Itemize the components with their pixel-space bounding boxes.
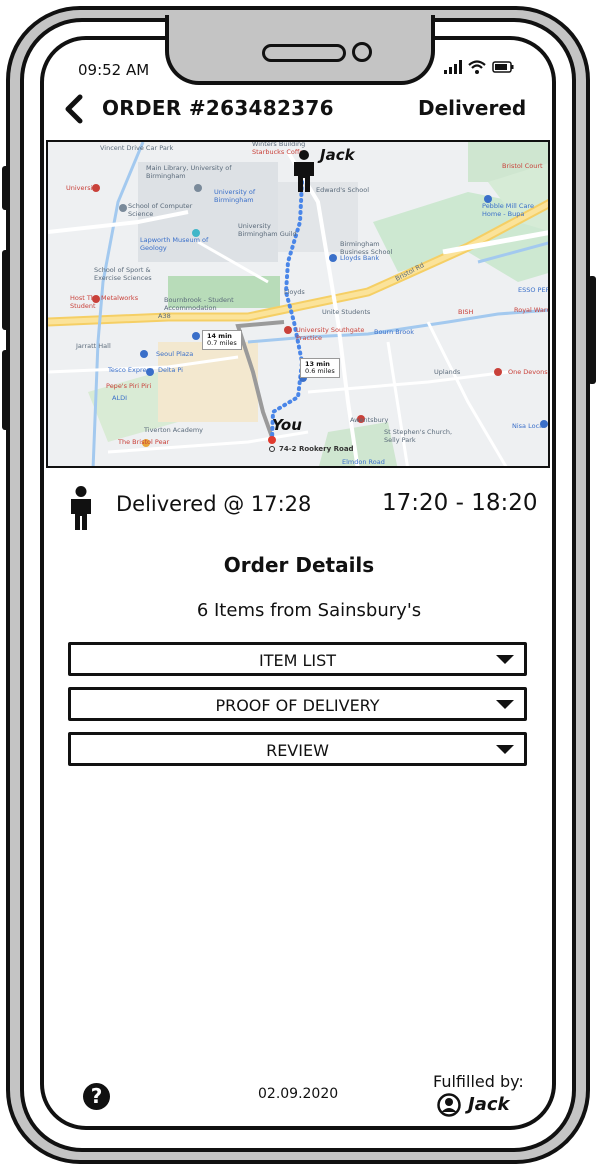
map-label: Pebble Mill Care Home - Bupa [482,202,534,218]
map-label: Seoul Plaza [156,350,194,358]
battery-icon [492,61,514,73]
delivery-window: 17:20 - 18:20 [382,490,538,516]
delivery-map[interactable]: 14 min 0.7 miles 13 min 0.6 miles Vincen… [46,140,550,468]
map-label: Main Library, University of Birmingham [146,164,232,180]
destination-label: 74-2 Rookery Road [279,445,354,453]
map-label: University Southgate Practice [296,326,365,342]
order-details-title: Order Details [223,553,375,577]
map-label: University [66,184,99,192]
map-label: Winters Building [252,140,306,148]
map-label: Elmdon Road [342,458,385,466]
accordion-label: REVIEW [266,741,329,760]
map-label: Pepe's Piri Piri [106,382,152,390]
caret-down-icon [496,745,514,754]
map-label: The Bristol Pear [118,438,170,446]
map-label: Awentsbury [350,416,389,424]
fulfilled-by-label: Fulfilled by: [433,1072,524,1091]
map-label: Vincent Drive Car Park [100,144,174,152]
accordion-label: ITEM LIST [258,651,337,670]
map-label: A38 [158,312,171,320]
walk-dist-b: 0.6 miles [305,367,335,376]
wifi-icon [468,60,486,74]
fulfilled-by-name: Jack [468,1094,510,1115]
order-date: 02.09.2020 [258,1086,339,1102]
mute-button [2,350,10,430]
order-summary: 6 Items from Sainsbury's [196,600,422,621]
map-label: Royal Warwick [514,306,548,314]
map-label: Jarratt Hall [76,342,111,350]
you-label: You [272,416,302,434]
map-label: Delta Pi [158,366,183,374]
map-label: Host The Metalworks Student [70,294,139,310]
map-label: University of Birmingham [214,188,256,204]
map-label: University Birmingham Guild [238,222,297,238]
map-label: Bournbrook - Student Accommodation [164,296,234,312]
order-status: Delivered [418,96,527,120]
driver-person-icon [294,150,314,192]
power-button [588,276,596,384]
item-list-accordion[interactable]: ITEM LIST [68,642,527,676]
map-label: Bourn Brook [374,328,415,336]
map-label: ESSO PERSH [518,286,550,294]
walk-time-box-a: 14 min 0.7 miles [202,330,242,351]
map-label: Nisa Local [512,422,545,430]
status-icons [444,60,514,74]
review-accordion[interactable]: REVIEW [68,732,527,766]
map-label: Tesco Express [108,366,154,374]
signal-icon [444,60,462,74]
caret-down-icon [496,700,514,709]
page-title: ORDER #263482376 [102,96,334,120]
map-label: Tiverton Academy [144,426,203,434]
map-label: BISH [458,308,474,316]
user-avatar-icon [437,1093,461,1117]
map-label: One Devonshire Place [508,368,548,376]
person-icon [71,486,91,530]
accordion-label: PROOF OF DELIVERY [215,696,380,715]
map-label: St Stephen's Church, Selly Park [384,428,453,444]
map-label: Uplands [434,368,461,376]
map-label: School of Sport & Exercise Sciences [94,266,152,282]
volume-up-button [2,166,10,210]
proof-of-delivery-accordion[interactable]: PROOF OF DELIVERY [68,687,527,721]
map-label: Lapworth Museum of Geology [140,236,209,252]
map-label: Lloyds Bank [340,254,380,262]
back-button[interactable] [62,94,86,124]
map-label: Edward's School [316,186,370,194]
map-label: ALDI [112,394,127,402]
speaker-icon [262,44,346,62]
chevron-left-icon [65,94,83,124]
camera-icon [352,42,372,62]
walk-time-box-b: 13 min 0.6 miles [300,358,340,379]
volume-down-button [2,250,10,330]
status-time: 09:52 AM [78,61,150,79]
map-label: Bristol Court [502,162,543,170]
help-button[interactable]: ? [83,1083,110,1110]
map-label: Unite Students [322,308,371,316]
map-label: Lloyds [284,288,305,296]
driver-name-label: Jack [320,146,355,164]
delivered-time: Delivered @ 17:28 [116,492,312,516]
caret-down-icon [496,655,514,664]
map-label: School of Computer Science [128,202,193,218]
walk-dist-a: 0.7 miles [207,339,237,348]
